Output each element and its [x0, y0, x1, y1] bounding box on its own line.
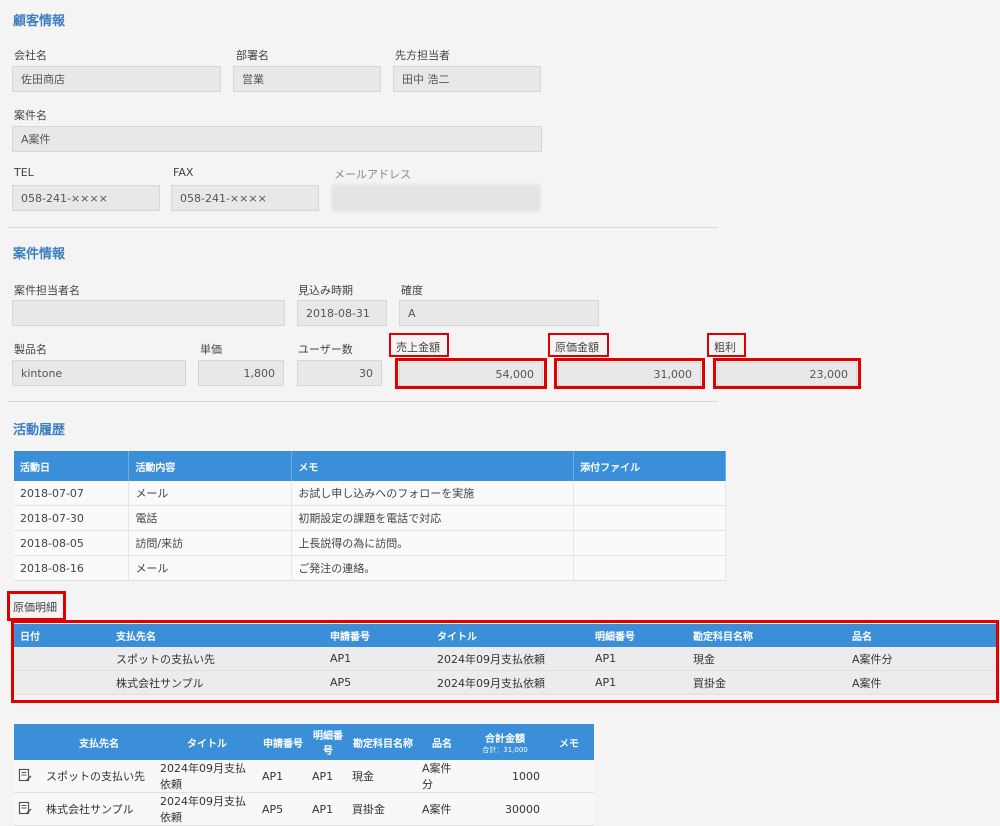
dept-field[interactable]: 営業	[233, 66, 381, 92]
product-label: 製品名	[14, 343, 47, 356]
payment-col-payee[interactable]: 支払先名	[42, 724, 156, 760]
payment-item: A案件分	[418, 760, 466, 793]
payment-payee: スポットの支払い先	[42, 760, 156, 793]
activity-date: 2018-08-16	[14, 555, 130, 581]
timing-label: 見込み時期	[298, 284, 353, 297]
payment-col-item[interactable]: 品名	[418, 724, 466, 760]
payment-list-table: 支払先名 タイトル 申請番号 明細番号 勘定科目名称 品名 合計金額 合計：31…	[14, 724, 594, 826]
email-field-blurred[interactable]	[332, 185, 540, 211]
activity-section-title: 活動履歴	[13, 423, 66, 438]
payment-request-no: AP1	[258, 760, 308, 793]
users-field[interactable]: 30	[297, 360, 382, 386]
payment-memo	[544, 792, 594, 826]
activity-memo: 上長説得の為に訪問。	[291, 530, 575, 556]
payment-title: 2024年09月支払依頼	[156, 792, 258, 826]
company-field[interactable]: 佐田商店	[12, 66, 221, 92]
activity-attachment	[573, 505, 726, 531]
table-row: 2018-07-07 メール お試し申し込みへのフォローを実施	[14, 481, 726, 506]
edit-document-icon[interactable]	[14, 792, 42, 826]
payment-payee: 株式会社サンプル	[42, 792, 156, 826]
payment-total-sum: 合計：31,000	[482, 745, 528, 754]
sales-field-highlight	[395, 358, 547, 389]
table-row: 2018-08-16 メール ご発注の連絡。	[14, 555, 726, 581]
payment-account: 買掛金	[348, 792, 418, 826]
certainty-label: 確度	[401, 284, 423, 297]
fax-label: FAX	[173, 166, 194, 179]
certainty-field[interactable]: A	[399, 300, 599, 326]
owner-label: 案件担当者名	[14, 284, 80, 297]
payment-item: A案件	[418, 792, 466, 826]
activity-memo: ご発注の連絡。	[291, 555, 575, 581]
activity-date: 2018-08-05	[14, 530, 130, 556]
activity-type: 電話	[128, 505, 293, 531]
timing-field[interactable]: 2018-08-31	[297, 300, 387, 326]
price-label: 単価	[200, 343, 222, 356]
payment-title: 2024年09月支払依頼	[156, 760, 258, 793]
activity-date: 2018-07-07	[14, 481, 130, 506]
activity-type: メール	[128, 555, 293, 581]
payment-account: 現金	[348, 760, 418, 793]
owner-field[interactable]	[12, 300, 285, 326]
company-label: 会社名	[14, 49, 47, 62]
payment-memo	[544, 760, 594, 793]
activity-attachment	[573, 555, 726, 581]
case-name-field[interactable]: A案件	[12, 126, 542, 152]
payment-col-memo[interactable]: メモ	[544, 724, 594, 760]
tel-label: TEL	[14, 166, 34, 179]
payment-col-action	[14, 724, 42, 760]
payment-col-detail-no[interactable]: 明細番号	[308, 724, 348, 760]
payment-col-total[interactable]: 合計金額 合計：31,000	[466, 724, 544, 760]
activity-memo: お試し申し込みへのフォローを実施	[291, 481, 575, 506]
cost-detail-table-highlight	[11, 620, 999, 703]
sales-label: 売上金額	[396, 341, 440, 354]
activity-type: 訪問/来訪	[128, 530, 293, 556]
fax-field[interactable]: 058-241-××××	[171, 185, 319, 211]
activity-type: メール	[128, 481, 293, 506]
table-row: 2018-08-05 訪問/来訪 上長説得の為に訪問。	[14, 530, 726, 556]
case-name-label: 案件名	[14, 109, 47, 122]
customer-section-title: 顧客情報	[13, 14, 66, 29]
activity-attachment	[573, 530, 726, 556]
payment-detail-no: AP1	[308, 760, 348, 793]
payment-total: 30000	[466, 792, 544, 826]
edit-document-icon[interactable]	[14, 760, 42, 793]
table-row: 株式会社サンプル 2024年09月支払依頼 AP5 AP1 買掛金 A案件 30…	[14, 792, 594, 826]
activity-date: 2018-07-30	[14, 505, 130, 531]
payment-col-title[interactable]: タイトル	[156, 724, 258, 760]
product-field[interactable]: kintone	[12, 360, 186, 386]
cost-label: 原価金額	[555, 341, 599, 354]
divider	[8, 227, 718, 228]
activity-col-attachment[interactable]: 添付ファイル	[573, 451, 726, 481]
payment-request-no: AP5	[258, 792, 308, 826]
payment-col-account[interactable]: 勘定科目名称	[348, 724, 418, 760]
activity-col-date[interactable]: 活動日	[14, 451, 130, 481]
activity-col-memo[interactable]: メモ	[291, 451, 575, 481]
contact-field[interactable]: 田中 浩二	[393, 66, 541, 92]
payment-total: 1000	[466, 760, 544, 793]
activity-memo: 初期設定の課題を電話で対応	[291, 505, 575, 531]
dept-label: 部署名	[236, 49, 269, 62]
divider	[8, 401, 718, 402]
case-section-title: 案件情報	[13, 247, 66, 262]
cost-field-highlight	[554, 358, 705, 389]
profit-label: 粗利	[714, 341, 736, 354]
activity-col-type[interactable]: 活動内容	[128, 451, 293, 481]
payment-detail-no: AP1	[308, 792, 348, 826]
price-field[interactable]: 1,800	[198, 360, 284, 386]
cost-detail-title: 原価明細	[13, 601, 57, 614]
tel-field[interactable]: 058-241-××××	[12, 185, 160, 211]
payment-total-label: 合計金額	[485, 733, 525, 745]
email-label: メールアドレス	[334, 168, 411, 181]
activity-table: 活動日 活動内容 メモ 添付ファイル 2018-07-07 メール お試し申し込…	[14, 451, 726, 581]
profit-field-highlight	[713, 358, 861, 389]
contact-label: 先方担当者	[395, 49, 450, 62]
table-row: 2018-07-30 電話 初期設定の課題を電話で対応	[14, 505, 726, 531]
table-row: スポットの支払い先 2024年09月支払依頼 AP1 AP1 現金 A案件分 1…	[14, 760, 594, 793]
payment-col-request-no[interactable]: 申請番号	[258, 724, 308, 760]
activity-attachment	[573, 481, 726, 506]
users-label: ユーザー数	[298, 343, 353, 356]
